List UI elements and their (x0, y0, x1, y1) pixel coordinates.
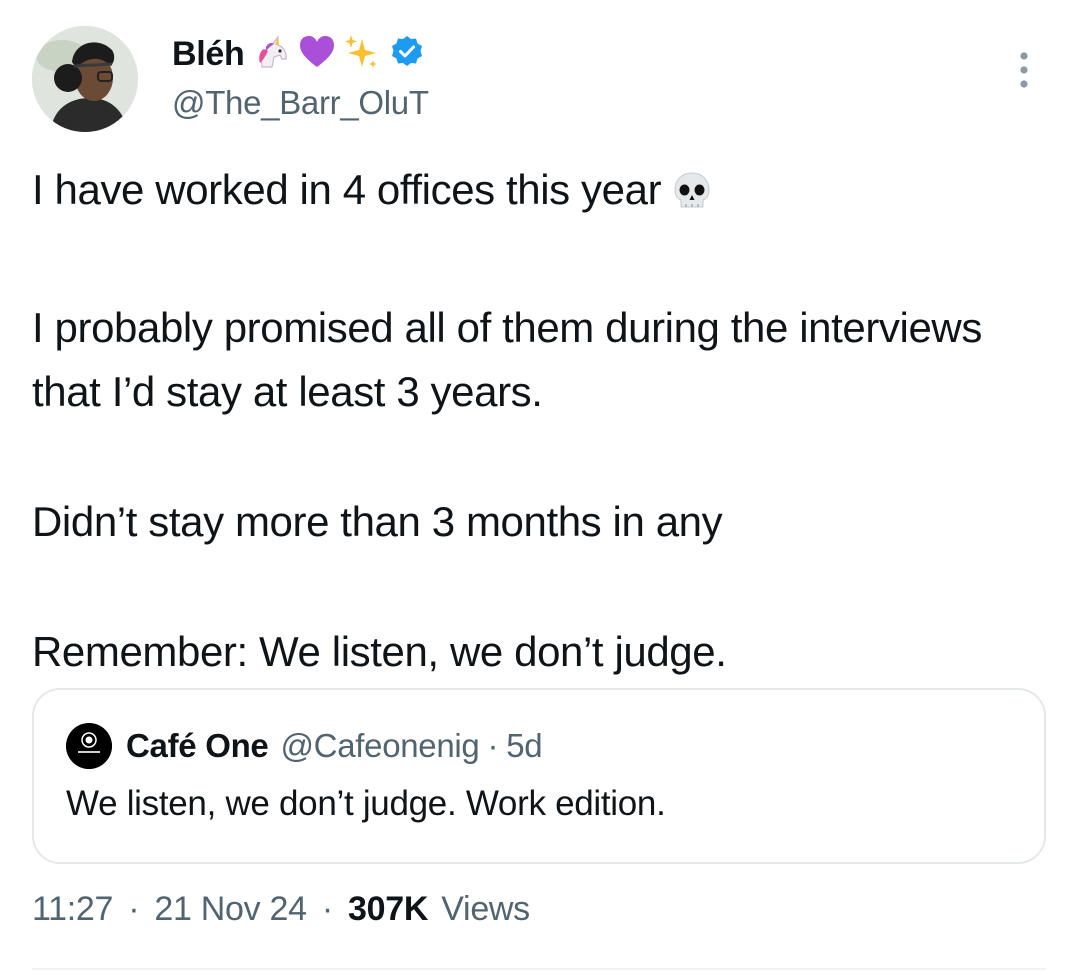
tweet-meta: 11:27 · 21 Nov 24 · 307K Views (32, 890, 530, 929)
skull-icon (671, 166, 713, 230)
author-display-name[interactable]: Bléh (172, 35, 245, 74)
tweet-date[interactable]: 21 Nov 24 (154, 890, 307, 928)
author-name-row: Bléh (172, 30, 429, 78)
unicorn-icon (254, 33, 292, 76)
quoted-author-name[interactable]: Café One (126, 727, 269, 765)
tweet-text: I have worked in 4 offices this year I p… (32, 158, 1042, 684)
tweet-time[interactable]: 11:27 (32, 890, 113, 928)
quoted-meta-separator: · (487, 727, 499, 764)
author-handle[interactable]: @The_Barr_OluT (172, 84, 429, 122)
quoted-tweet-header: Café One @Cafeonenig · 5d (66, 723, 543, 769)
quoted-tweet[interactable]: Café One @Cafeonenig · 5d We listen, we … (32, 688, 1046, 864)
quoted-author-handle[interactable]: @Cafeonenig (280, 727, 479, 765)
tweet[interactable]: Bléh @The_Barr_OluT I have worked in 4 o… (0, 0, 1080, 976)
author-info: Bléh @The_Barr_OluT (172, 30, 429, 122)
author-avatar[interactable] (32, 26, 138, 132)
tweet-paragraph: I have worked in 4 offices this year (32, 158, 1042, 230)
more-options-icon[interactable] (1012, 48, 1036, 92)
purple-heart-icon (298, 34, 336, 75)
tweet-paragraph: I probably promised all of them during t… (32, 304, 982, 415)
quoted-tweet-text: We listen, we don’t judge. Work edition. (66, 784, 666, 823)
verified-badge-icon[interactable] (390, 35, 424, 74)
meta-separator: · (321, 890, 333, 928)
sparkles-icon (342, 33, 380, 76)
views-label: Views (441, 890, 530, 928)
quoted-author-avatar[interactable] (66, 723, 112, 769)
divider (32, 968, 1046, 970)
views-count[interactable]: 307K (348, 890, 428, 928)
quoted-tweet-age[interactable]: 5d (506, 727, 542, 765)
meta-separator: · (128, 890, 140, 928)
tweet-paragraph: Didn’t stay more than 3 months in any (32, 498, 723, 545)
tweet-paragraph-text: I have worked in 4 offices this year (32, 166, 662, 213)
tweet-paragraph: Remember: We listen, we don’t judge. (32, 628, 727, 675)
